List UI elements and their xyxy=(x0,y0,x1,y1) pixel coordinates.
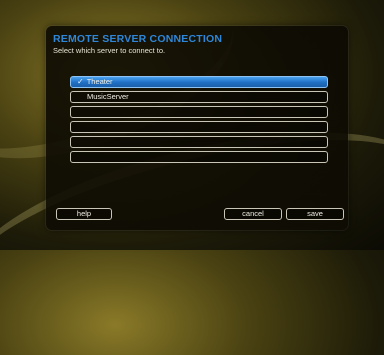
server-list-item-empty[interactable] xyxy=(70,121,328,133)
save-button[interactable]: save xyxy=(286,208,344,220)
server-list-item-empty[interactable] xyxy=(70,106,328,118)
checkmark-icon: ✓ xyxy=(77,77,84,86)
remote-server-dialog: REMOTE SERVER CONNECTION Select which se… xyxy=(46,26,348,230)
server-name: MusicServer xyxy=(87,92,129,101)
server-list-item-empty[interactable] xyxy=(70,136,328,148)
server-name: Theater xyxy=(86,77,113,86)
server-list: ✓ Theater MusicServer xyxy=(70,76,328,163)
cancel-button[interactable]: cancel xyxy=(224,208,282,220)
server-list-item-musicserver[interactable]: MusicServer xyxy=(70,91,328,103)
help-button[interactable]: help xyxy=(56,208,112,220)
dialog-subtitle: Select which server to connect to. xyxy=(53,46,166,55)
server-list-item-empty[interactable] xyxy=(70,151,328,163)
dialog-title: REMOTE SERVER CONNECTION xyxy=(53,33,223,45)
server-list-item-theater[interactable]: ✓ Theater xyxy=(70,76,328,88)
